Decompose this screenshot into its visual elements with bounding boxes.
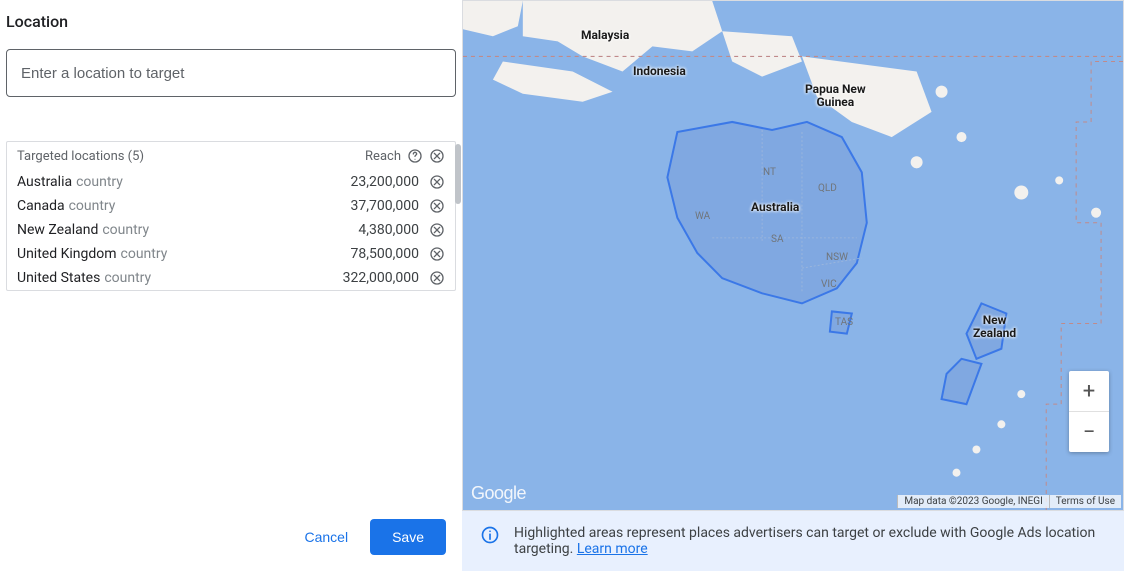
table-row: Australiacountry 23,200,000 (7, 170, 455, 194)
map-terms-link[interactable]: Terms of Use (1049, 495, 1121, 508)
location-type: country (76, 174, 123, 190)
remove-location-icon[interactable] (429, 222, 445, 238)
scrollbar[interactable] (455, 144, 461, 204)
location-reach: 78,500,000 (351, 246, 419, 262)
table-row: Canadacountry 37,700,000 (7, 194, 455, 218)
table-row: United Statescountry 322,000,000 (7, 266, 455, 290)
remove-location-icon[interactable] (429, 270, 445, 286)
location-type: country (102, 222, 149, 238)
remove-location-icon[interactable] (429, 246, 445, 262)
targeted-locations-card: Targeted locations (5) Reach Australiaco… (6, 141, 456, 291)
remove-location-icon[interactable] (429, 174, 445, 190)
location-reach: 37,700,000 (351, 198, 419, 214)
map-label-indonesia: Indonesia (633, 65, 686, 78)
zoom-out-button[interactable]: − (1069, 412, 1109, 452)
location-search-input[interactable] (6, 49, 456, 97)
map-panel: Malaysia Indonesia Papua New Guinea Aust… (462, 0, 1124, 571)
map[interactable]: Malaysia Indonesia Papua New Guinea Aust… (462, 0, 1124, 511)
location-type: country (104, 270, 151, 286)
map-attribution: Map data ©2023 Google, INEGI Terms of Us… (897, 495, 1121, 508)
cancel-button[interactable]: Cancel (300, 521, 352, 553)
reach-column-label: Reach (365, 149, 401, 164)
map-region-nsw: NSW (826, 252, 848, 263)
table-row: United Kingdomcountry 78,500,000 (7, 242, 455, 266)
info-icon (480, 525, 500, 545)
map-data-attrib: Map data ©2023 Google, INEGI (897, 495, 1048, 508)
info-text-wrap: Highlighted areas represent places adver… (514, 525, 1106, 557)
location-reach: 23,200,000 (351, 174, 419, 190)
zoom-in-button[interactable]: + (1069, 371, 1109, 411)
help-icon[interactable] (407, 148, 423, 164)
map-region-wa: WA (695, 211, 710, 222)
location-name: Canada (17, 198, 65, 214)
location-reach: 322,000,000 (343, 270, 419, 286)
section-title: Location (0, 0, 462, 49)
map-region-sa: SA (771, 234, 783, 245)
map-region-qld: QLD (818, 183, 837, 194)
map-label-malaysia: Malaysia (581, 29, 629, 42)
table-row: New Zealandcountry 4,380,000 (7, 218, 455, 242)
location-name: United Kingdom (17, 246, 117, 262)
location-panel: Location Targeted locations (5) Reach (0, 0, 462, 571)
targeted-locations-header: Targeted locations (5) Reach (7, 142, 455, 170)
map-region-tas: TAS (835, 317, 853, 328)
location-type: country (121, 246, 168, 262)
targeted-count-label: Targeted locations (5) (17, 149, 144, 164)
learn-more-link[interactable]: Learn more (577, 541, 648, 557)
location-name: New Zealand (17, 222, 98, 238)
location-name: Australia (17, 174, 72, 190)
search-wrap (0, 49, 462, 97)
map-region-vic: VIC (821, 279, 837, 290)
info-banner: Highlighted areas represent places adver… (462, 511, 1124, 571)
remove-location-icon[interactable] (429, 198, 445, 214)
location-name: United States (17, 270, 100, 286)
save-button[interactable]: Save (370, 519, 446, 555)
location-type: country (69, 198, 116, 214)
footer-actions: Cancel Save (300, 519, 446, 555)
map-region-nt: NT (763, 167, 776, 178)
map-label-australia: Australia (751, 201, 799, 214)
zoom-controls: + − (1069, 371, 1109, 452)
map-label-nz: New Zealand (973, 314, 1016, 340)
map-label-png: Papua New Guinea (805, 83, 866, 109)
remove-all-icon[interactable] (429, 148, 445, 164)
location-reach: 4,380,000 (358, 222, 419, 238)
google-watermark: Google (471, 483, 526, 504)
